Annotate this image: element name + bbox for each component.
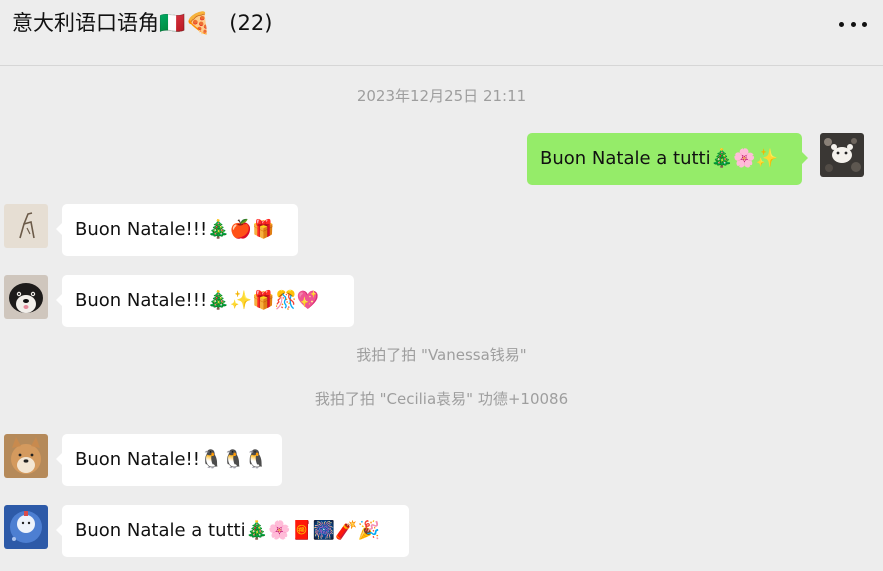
- avatar-image: [4, 505, 48, 549]
- message-bubble-outgoing[interactable]: Buon Natale a tutti🎄🌸✨: [527, 133, 808, 185]
- more-options-button[interactable]: [839, 14, 867, 34]
- message-bubble-incoming[interactable]: Buon Natale!!!🎄✨🎁🎊💖: [56, 275, 354, 327]
- avatar-image: [4, 204, 48, 248]
- message-bubble-incoming[interactable]: Buon Natale!!!🎄🍎🎁: [56, 204, 298, 256]
- avatar-member[interactable]: [4, 434, 48, 478]
- more-dots-icon: [862, 21, 867, 27]
- avatar-member[interactable]: [4, 204, 48, 248]
- avatar-member[interactable]: [4, 275, 48, 319]
- message-text: Buon Natale a tutti🎄🌸🧧🎆🧨🎉: [75, 520, 381, 541]
- system-notice: 我拍了拍 "Cecilia袁易" 功德+10086: [314, 390, 569, 408]
- chat-title[interactable]: 意大利语口语角🇮🇹🍕 (22): [12, 8, 272, 38]
- system-notice: 我拍了拍 "Vanessa钱易": [356, 346, 527, 364]
- avatar-self[interactable]: [820, 133, 864, 177]
- message-text: Buon Natale!!🐧🐧🐧: [75, 449, 268, 470]
- message-text: Buon Natale!!!🎄✨🎁🎊💖: [75, 290, 320, 311]
- avatar-image: [820, 133, 864, 177]
- more-dots-icon: [839, 21, 844, 27]
- message-bubble-incoming[interactable]: Buon Natale a tutti🎄🌸🧧🎆🧨🎉: [56, 505, 409, 557]
- message-bubble-incoming[interactable]: Buon Natale!!🐧🐧🐧: [56, 434, 282, 486]
- more-dots-icon: [850, 21, 856, 27]
- avatar-image: [4, 275, 48, 319]
- chat-header: 意大利语口语角🇮🇹🍕 (22): [0, 0, 883, 66]
- message-text: Buon Natale a tutti🎄🌸✨: [540, 148, 778, 169]
- avatar-image: [4, 434, 48, 478]
- group-name: 意大利语口语角🇮🇹🍕: [12, 11, 212, 35]
- avatar-member[interactable]: [4, 505, 48, 549]
- member-count: (22): [229, 11, 273, 35]
- message-text: Buon Natale!!!🎄🍎🎁: [75, 219, 275, 240]
- message-timestamp: 2023年12月25日 21:11: [356, 87, 527, 105]
